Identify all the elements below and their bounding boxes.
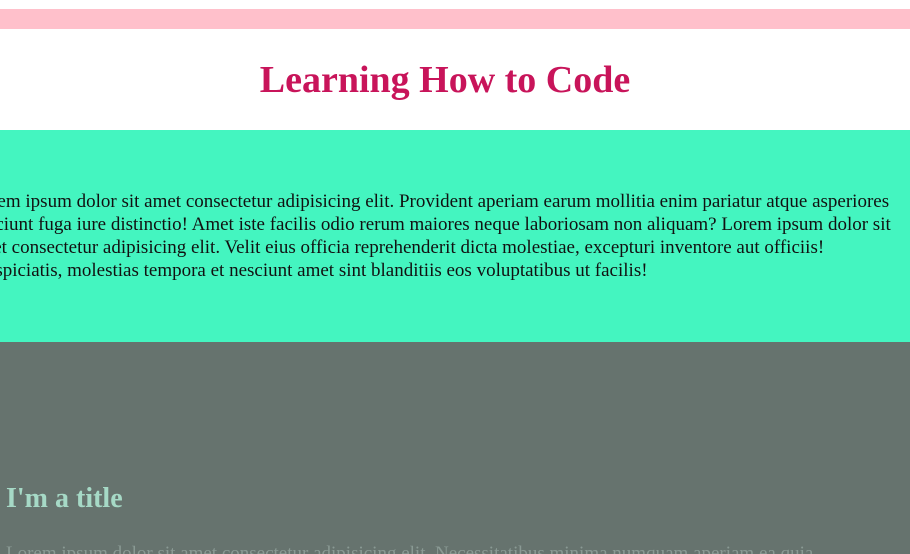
- top-accent-bar: [0, 9, 910, 29]
- hero-line: Lorem ipsum dolor sit amet consectetur a…: [0, 191, 890, 212]
- hero-line: nesciunt fuga iure distinctio! Amet iste…: [0, 214, 891, 235]
- section-paragraph: Lorem ipsum dolor sit amet consectetur a…: [6, 543, 814, 554]
- page: Learning How to Code Lorem ipsum dolor s…: [0, 0, 910, 554]
- page-header: Learning How to Code: [0, 29, 910, 130]
- hero-paragraph: Lorem ipsum dolor sit amet consectetur a…: [0, 190, 910, 282]
- section-title: I'm a title: [6, 483, 123, 514]
- hero-line: amet consectetur adipisicing elit. Velit…: [0, 237, 825, 258]
- hero-line: Perspiciatis, molestias tempora et nesci…: [0, 260, 648, 281]
- hero-section: Lorem ipsum dolor sit amet consectetur a…: [0, 130, 910, 342]
- page-title: Learning How to Code: [259, 59, 631, 101]
- content-section: I'm a title Lorem ipsum dolor sit amet c…: [0, 342, 910, 554]
